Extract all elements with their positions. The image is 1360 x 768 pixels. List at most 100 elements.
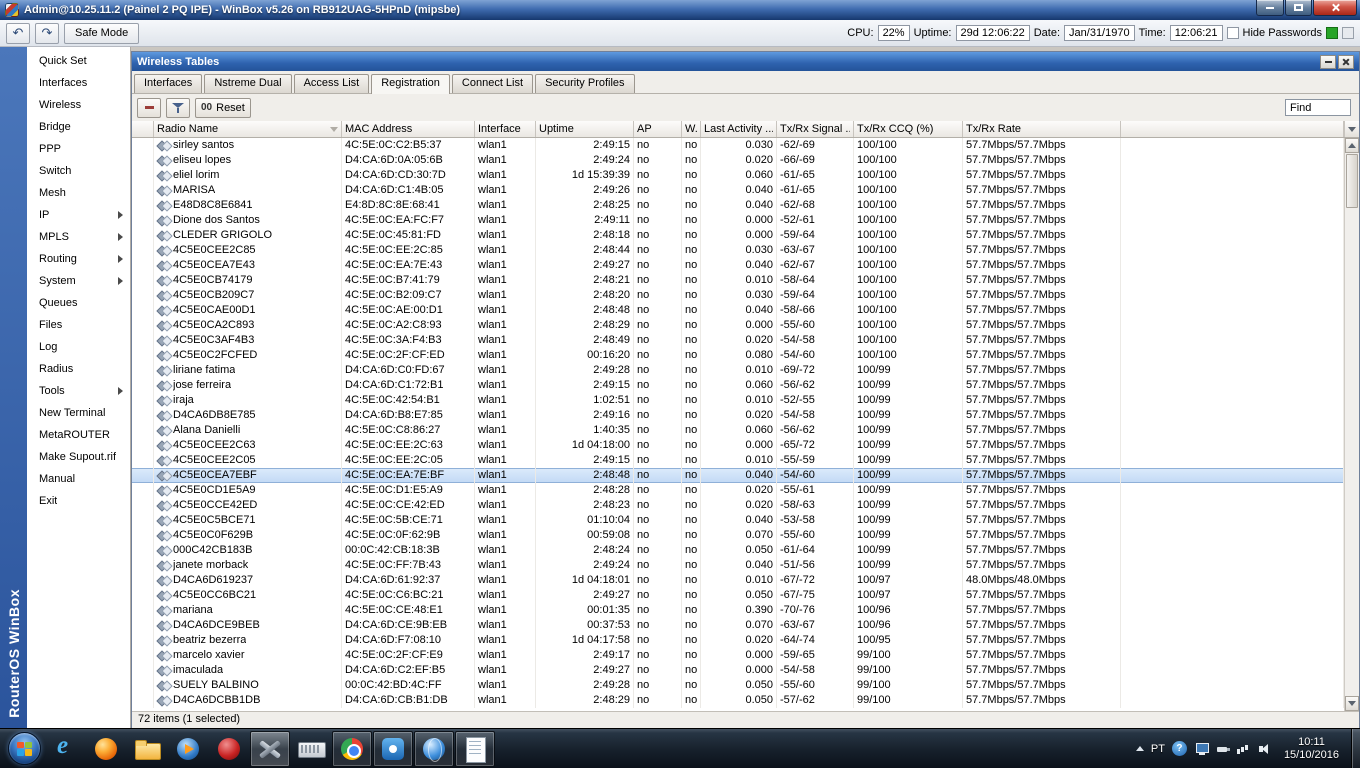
undo-button[interactable]	[6, 22, 30, 44]
table-row[interactable]: beatriz bezerra D4:CA:6D:F7:08:10 wlan1 …	[132, 633, 1344, 648]
tab-connect-list[interactable]: Connect List	[451, 74, 534, 93]
taskbar-media-player-button[interactable]	[168, 731, 208, 767]
column-header-5[interactable]: AP	[634, 121, 682, 137]
tab-security-profiles[interactable]: Security Profiles	[535, 74, 635, 93]
table-row[interactable]: SUELY BALBINO 00:0C:42:BD:4C:FF wlan1 2:…	[132, 678, 1344, 693]
tab-nstreme-dual[interactable]: Nstreme Dual	[204, 74, 292, 93]
display-icon[interactable]	[1194, 741, 1210, 757]
safe-mode-button[interactable]: Safe Mode	[64, 22, 140, 44]
table-row[interactable]: 4C5E0CC6BC21 4C:5E:0C:C6:BC:21 wlan1 2:4…	[132, 588, 1344, 603]
table-row[interactable]: liriane fatima D4:CA:6D:C0:FD:67 wlan1 2…	[132, 363, 1344, 378]
table-row[interactable]: iraja 4C:5E:0C:42:54:B1 wlan1 1:02:51 no…	[132, 393, 1344, 408]
tab-interfaces[interactable]: Interfaces	[134, 74, 203, 93]
reset-button[interactable]: 00 Reset	[195, 97, 251, 118]
remove-button[interactable]	[137, 97, 161, 118]
column-header-3[interactable]: Interface	[475, 121, 536, 137]
sidebar-item-ppp[interactable]: PPP	[27, 138, 130, 160]
tab-access-list[interactable]: Access List	[293, 74, 370, 93]
maximize-button[interactable]	[1285, 0, 1312, 16]
sidebar-item-routing[interactable]: Routing	[27, 248, 130, 270]
table-row[interactable]: 4C5E0CEE2C85 4C:5E:0C:EE:2C:85 wlan1 2:4…	[132, 243, 1344, 258]
start-button[interactable]	[3, 729, 45, 768]
table-row[interactable]: 4C5E0C5BCE71 4C:5E:0C:5B:CE:71 wlan1 01:…	[132, 513, 1344, 528]
column-header-9[interactable]: Tx/Rx CCQ (%)	[854, 121, 963, 137]
sidebar-item-metarouter[interactable]: MetaROUTER	[27, 424, 130, 446]
sidebar-item-new-terminal[interactable]: New Terminal	[27, 402, 130, 424]
table-row[interactable]: mariana 4C:5E:0C:CE:48:E1 wlan1 00:01:35…	[132, 603, 1344, 618]
table-row[interactable]: 4C5E0CCE42ED 4C:5E:0C:CE:42:ED wlan1 2:4…	[132, 498, 1344, 513]
table-row[interactable]: E48D8C8E6841 E4:8D:8C:8E:68:41 wlan1 2:4…	[132, 198, 1344, 213]
sidebar-item-wireless[interactable]: Wireless	[27, 94, 130, 116]
sidebar-item-mpls[interactable]: MPLS	[27, 226, 130, 248]
window-roll-button[interactable]	[1320, 54, 1336, 69]
scrollbar-thumb[interactable]	[1346, 154, 1358, 208]
taskbar-ie-button[interactable]	[45, 731, 85, 767]
taskbar-keyboard-button[interactable]	[291, 731, 331, 767]
table-row[interactable]: 4C5E0CEA7EBF 4C:5E:0C:EA:7E:BF wlan1 2:4…	[132, 468, 1344, 483]
tab-registration[interactable]: Registration	[371, 74, 450, 94]
taskbar-media-red-button[interactable]	[209, 731, 249, 767]
taskbar-firefox-button[interactable]	[86, 731, 126, 767]
taskbar-winbox-button[interactable]	[250, 730, 290, 767]
sidebar-item-switch[interactable]: Switch	[27, 160, 130, 182]
table-row[interactable]: D4CA6DCE9BEB D4:CA:6D:CE:9B:EB wlan1 00:…	[132, 618, 1344, 633]
sidebar-item-queues[interactable]: Queues	[27, 292, 130, 314]
sidebar-item-tools[interactable]: Tools	[27, 380, 130, 402]
sidebar-item-system[interactable]: System	[27, 270, 130, 292]
taskbar-remote-app-button[interactable]	[373, 730, 413, 767]
redo-button[interactable]	[35, 22, 59, 44]
taskbar-globe-button[interactable]	[414, 730, 454, 767]
table-row[interactable]: 4C5E0CD1E5A9 4C:5E:0C:D1:E5:A9 wlan1 2:4…	[132, 483, 1344, 498]
column-header-7[interactable]: Last Activity ...	[701, 121, 777, 137]
table-row[interactable]: marcelo xavier 4C:5E:0C:2F:CF:E9 wlan1 2…	[132, 648, 1344, 663]
minimize-button[interactable]	[1256, 0, 1284, 16]
wireless-window-titlebar[interactable]: Wireless Tables	[132, 52, 1359, 71]
table-row[interactable]: 4C5E0CB209C7 4C:5E:0C:B2:09:C7 wlan1 2:4…	[132, 288, 1344, 303]
filter-button[interactable]	[166, 97, 190, 118]
column-header-1[interactable]: Radio Name	[154, 121, 342, 137]
column-select-button[interactable]	[1344, 121, 1359, 137]
sidebar-item-interfaces[interactable]: Interfaces	[27, 72, 130, 94]
table-row[interactable]: 4C5E0CB74179 4C:5E:0C:B7:41:79 wlan1 2:4…	[132, 273, 1344, 288]
table-row[interactable]: eliel lorim D4:CA:6D:CD:30:7D wlan1 1d 1…	[132, 168, 1344, 183]
sidebar-item-radius[interactable]: Radius	[27, 358, 130, 380]
sidebar-item-files[interactable]: Files	[27, 314, 130, 336]
table-row[interactable]: imaculada D4:CA:6D:C2:EF:B5 wlan1 2:49:2…	[132, 663, 1344, 678]
table-row[interactable]: Dione dos Santos 4C:5E:0C:EA:FC:F7 wlan1…	[132, 213, 1344, 228]
volume-icon[interactable]	[1257, 741, 1273, 757]
table-row[interactable]: 4C5E0CEA7E43 4C:5E:0C:EA:7E:43 wlan1 2:4…	[132, 258, 1344, 273]
network-icon[interactable]	[1236, 741, 1252, 757]
scroll-down-button[interactable]	[1345, 696, 1359, 711]
table-row[interactable]: 4C5E0C2FCFED 4C:5E:0C:2F:CF:ED wlan1 00:…	[132, 348, 1344, 363]
table-row[interactable]: eliseu lopes D4:CA:6D:0A:05:6B wlan1 2:4…	[132, 153, 1344, 168]
sidebar-item-ip[interactable]: IP	[27, 204, 130, 226]
help-icon[interactable]	[1171, 741, 1187, 756]
table-row[interactable]: Alana Danielli 4C:5E:0C:C8:86:27 wlan1 1…	[132, 423, 1344, 438]
sidebar-item-manual[interactable]: Manual	[27, 468, 130, 490]
table-row[interactable]: MARISA D4:CA:6D:C1:4B:05 wlan1 2:49:26 n…	[132, 183, 1344, 198]
taskbar-folder-button[interactable]	[127, 731, 167, 767]
column-header-6[interactable]: W...	[682, 121, 701, 137]
table-row[interactable]: jose ferreira D4:CA:6D:C1:72:B1 wlan1 2:…	[132, 378, 1344, 393]
table-row[interactable]: 4C5E0CEE2C63 4C:5E:0C:EE:2C:63 wlan1 1d …	[132, 438, 1344, 453]
table-row[interactable]: janete morback 4C:5E:0C:FF:7B:43 wlan1 2…	[132, 558, 1344, 573]
table-row[interactable]: 4C5E0CAE00D1 4C:5E:0C:AE:00:D1 wlan1 2:4…	[132, 303, 1344, 318]
table-row[interactable]: 4C5E0C3AF4B3 4C:5E:0C:3A:F4:B3 wlan1 2:4…	[132, 333, 1344, 348]
scrollbar-track[interactable]	[1345, 153, 1359, 696]
sidebar-item-quick-set[interactable]: Quick Set	[27, 50, 130, 72]
table-row[interactable]: 4C5E0C0F629B 4C:5E:0C:0F:62:9B wlan1 00:…	[132, 528, 1344, 543]
column-header-10[interactable]: Tx/Rx Rate	[963, 121, 1121, 137]
sidebar-item-make-supout[interactable]: Make Supout.rif	[27, 446, 130, 468]
clock[interactable]: 10:11 15/10/2016	[1280, 736, 1343, 762]
sidebar-item-log[interactable]: Log	[27, 336, 130, 358]
table-row[interactable]: 4C5E0CA2C893 4C:5E:0C:A2:C8:93 wlan1 2:4…	[132, 318, 1344, 333]
taskbar-notepad-button[interactable]	[455, 730, 495, 767]
hide-passwords-checkbox[interactable]	[1226, 27, 1239, 39]
sidebar-item-bridge[interactable]: Bridge	[27, 116, 130, 138]
vertical-scrollbar[interactable]	[1344, 138, 1359, 711]
language-indicator[interactable]: PT	[1151, 743, 1165, 755]
show-desktop-button[interactable]	[1351, 729, 1360, 768]
close-button[interactable]	[1313, 0, 1357, 16]
table-row[interactable]: 000C42CB183B 00:0C:42:CB:18:3B wlan1 2:4…	[132, 543, 1344, 558]
window-close-button[interactable]	[1338, 54, 1354, 69]
